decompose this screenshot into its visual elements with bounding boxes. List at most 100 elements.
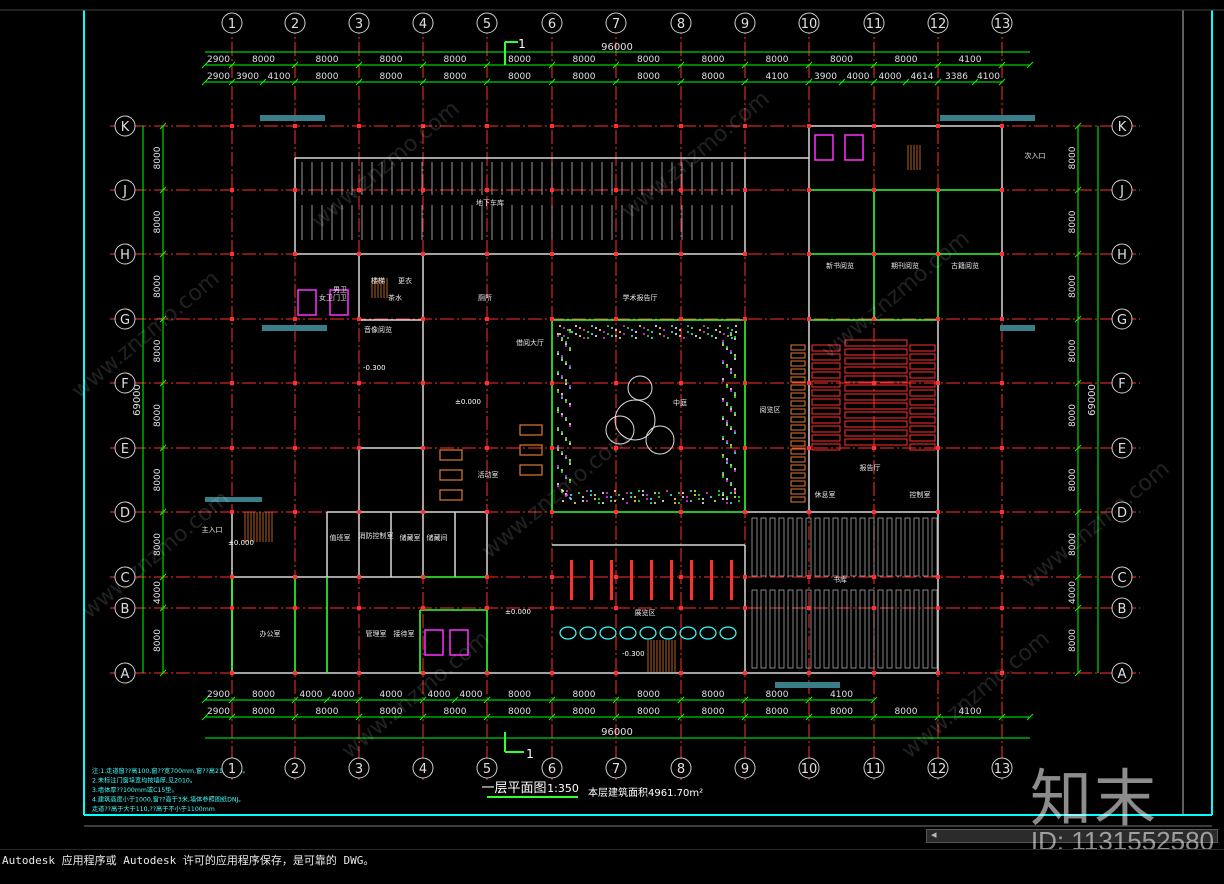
cad-drawing-canvas[interactable]: 2900 8000 8000 8000 8000 8000 8000 8000 8000 8000… [0, 0, 1224, 849]
atrium-planting-dot [702, 502, 704, 504]
grid-label-1-bottom: 1 [228, 762, 236, 777]
atrium-planting-dot [561, 395, 563, 397]
atrium-planting-dot [734, 394, 736, 396]
top-dim-row2-label: 2900 [207, 72, 230, 82]
structural-column [743, 510, 747, 514]
atrium-planting-dot [642, 490, 644, 492]
structural-column [485, 317, 489, 321]
structural-column [872, 510, 876, 514]
top-dim-row1-label: 8000 [316, 55, 339, 65]
structural-column [357, 317, 361, 321]
atrium-planting-dot [678, 502, 680, 504]
atrium-planting-dot [611, 327, 613, 329]
grid-label-6-top: 6 [548, 17, 556, 32]
atrium-planting-dot [726, 440, 728, 442]
atrium-planting-dot [569, 463, 571, 465]
room-label: 古籍阅览 [951, 261, 979, 270]
structural-column [230, 124, 234, 128]
atrium-planting-dot [706, 492, 708, 494]
bottom-dim-row2-label: 8000 [702, 707, 725, 717]
atrium-planting-dot [557, 333, 559, 335]
atrium-planting-dot [734, 392, 736, 394]
structural-column [614, 124, 618, 128]
grid-label-A-left: A [121, 667, 130, 682]
display-stand [610, 560, 613, 600]
atrium-planting-dot [722, 498, 724, 500]
structural-column [679, 381, 683, 385]
atrium-planting-dot [658, 492, 660, 494]
top-dim-row2-label: 3386 [945, 72, 968, 82]
atrium-planting-dot [614, 500, 616, 502]
structural-column [614, 606, 618, 610]
atrium-planting-dot [734, 470, 736, 472]
atrium-planting-dot [626, 502, 628, 504]
atrium-planting-dot [722, 418, 724, 420]
atrium-planting-dot [606, 496, 608, 498]
atrium-planting-dot [595, 335, 597, 337]
atrium-planting-dot [630, 492, 632, 494]
atrium-planting-dot [557, 351, 559, 353]
atrium-planting-dot [710, 496, 712, 498]
atrium-planting-dot [734, 354, 736, 356]
room-label: 门卫 [333, 293, 347, 302]
bottom-dim-row2-label: 8000 [444, 707, 467, 717]
design-note: 3.墙体厚??100mm或C15垫。 [92, 786, 178, 794]
room-label: 地下车库 [476, 198, 504, 207]
atrium-planting-dot [726, 458, 728, 460]
bottom-dim-row2-label: 8000 [252, 707, 275, 717]
structural-column [872, 381, 876, 385]
canopy-bar [1000, 325, 1035, 331]
structural-column [485, 671, 489, 675]
atrium-planting-dot [726, 384, 728, 386]
atrium-planting-dot [642, 494, 644, 496]
structural-column [936, 510, 940, 514]
atrium-planting-dot [734, 358, 736, 360]
elevation-mark: -0.300 [622, 650, 645, 658]
grid-label-D-right: D [1117, 506, 1127, 521]
atrium-planting-dot [618, 494, 620, 496]
atrium-planting-dot [682, 496, 684, 498]
left-dim-label: 8000 [153, 629, 163, 652]
atrium-planting-dot [690, 500, 692, 502]
bottom-dim-row2-label: 8000 [508, 707, 531, 717]
top-dim-row1-label: 8000 [380, 55, 403, 65]
atrium-planting-dot [670, 494, 672, 496]
atrium-planting-dot [730, 372, 732, 374]
atrium-planting-dot [561, 469, 563, 471]
bottom-dim-row2-label: 8000 [637, 707, 660, 717]
structural-column [872, 606, 876, 610]
atrium-planting-dot [569, 365, 571, 367]
atrium-planting-dot [561, 355, 563, 357]
atrium-planting-dot [695, 335, 697, 337]
room-label: 书库 [833, 575, 847, 584]
structural-column [1000, 446, 1004, 450]
grid-label-12-bottom: 12 [930, 762, 947, 777]
scroll-left-arrow-icon[interactable]: ◂ [931, 828, 937, 841]
atrium-planting-dot [726, 442, 728, 444]
room-label: 次入口 [1025, 151, 1046, 160]
atrium-planting-dot [674, 502, 676, 504]
room-label: 借阅大厅 [516, 338, 544, 347]
atrium-planting-dot [631, 335, 633, 337]
structural-column [230, 317, 234, 321]
atrium-planting-dot [707, 333, 709, 335]
top-dim-row1-label: 4100 [959, 55, 982, 65]
top-dim-row2-label: 8000 [637, 72, 660, 82]
grid-label-10-bottom: 10 [801, 762, 818, 777]
atrium-planting-dot [734, 430, 736, 432]
structural-column [679, 317, 683, 321]
room-label: 休息室 [815, 490, 836, 499]
atrium-planting-dot [730, 388, 732, 390]
atrium-planting-dot [730, 446, 732, 448]
right-dim-label: 8000 [1068, 404, 1078, 427]
structural-column [679, 671, 683, 675]
grid-label-11-top: 11 [866, 17, 883, 32]
top-dim-row2-label: 4100 [268, 72, 291, 82]
structural-column [357, 446, 361, 450]
atrium-planting-dot [730, 370, 732, 372]
atrium-planting-dot [734, 376, 736, 378]
atrium-planting-dot [565, 437, 567, 439]
structural-column [293, 575, 297, 579]
top-dim-row2-label: 8000 [573, 72, 596, 82]
bottom-dim-row1-label: 4100 [830, 690, 853, 700]
